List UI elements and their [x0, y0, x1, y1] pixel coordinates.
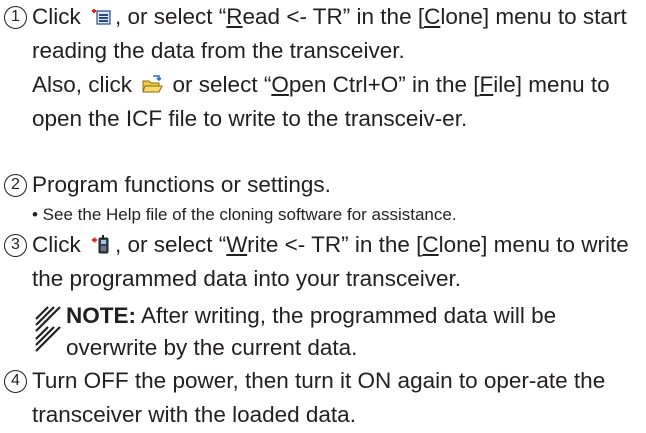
step-2-bullet: • See the Help file of the cloning softw…: [32, 205, 457, 224]
step-2: 2 Program functions or settings.: [4, 168, 642, 202]
write-to-transceiver-icon: [92, 235, 109, 254]
step-number: 1: [4, 6, 27, 29]
read-from-transceiver-icon: [92, 9, 111, 25]
step-number: 4: [4, 370, 27, 393]
step-4: 4 Turn OFF the power, then turn it ON ag…: [4, 364, 642, 432]
step-4-text: Turn OFF the power, then turn it ON agai…: [32, 368, 606, 427]
step-1-text: Click , or select “Read <- TR” in the [C…: [32, 4, 627, 131]
step-3: 3 Click , or select “Write <- TR” in the…: [4, 228, 642, 296]
instruction-page: 1 Click , or select “Read <- TR” in the …: [0, 0, 646, 433]
step-number: 3: [4, 234, 27, 257]
step-number: 2: [4, 174, 27, 197]
step-3-text: Click , or select “Write <- TR” in the […: [32, 232, 629, 291]
open-folder-icon: [142, 75, 164, 93]
step-1: 1 Click , or select “Read <- TR” in the …: [4, 0, 642, 136]
step-2-text: Program functions or settings.: [32, 172, 331, 197]
note-hatch-icon: [35, 306, 61, 352]
note-box: NOTE: After writing, the programmed data…: [32, 300, 640, 364]
note-text: NOTE: After writing, the programmed data…: [66, 303, 557, 360]
